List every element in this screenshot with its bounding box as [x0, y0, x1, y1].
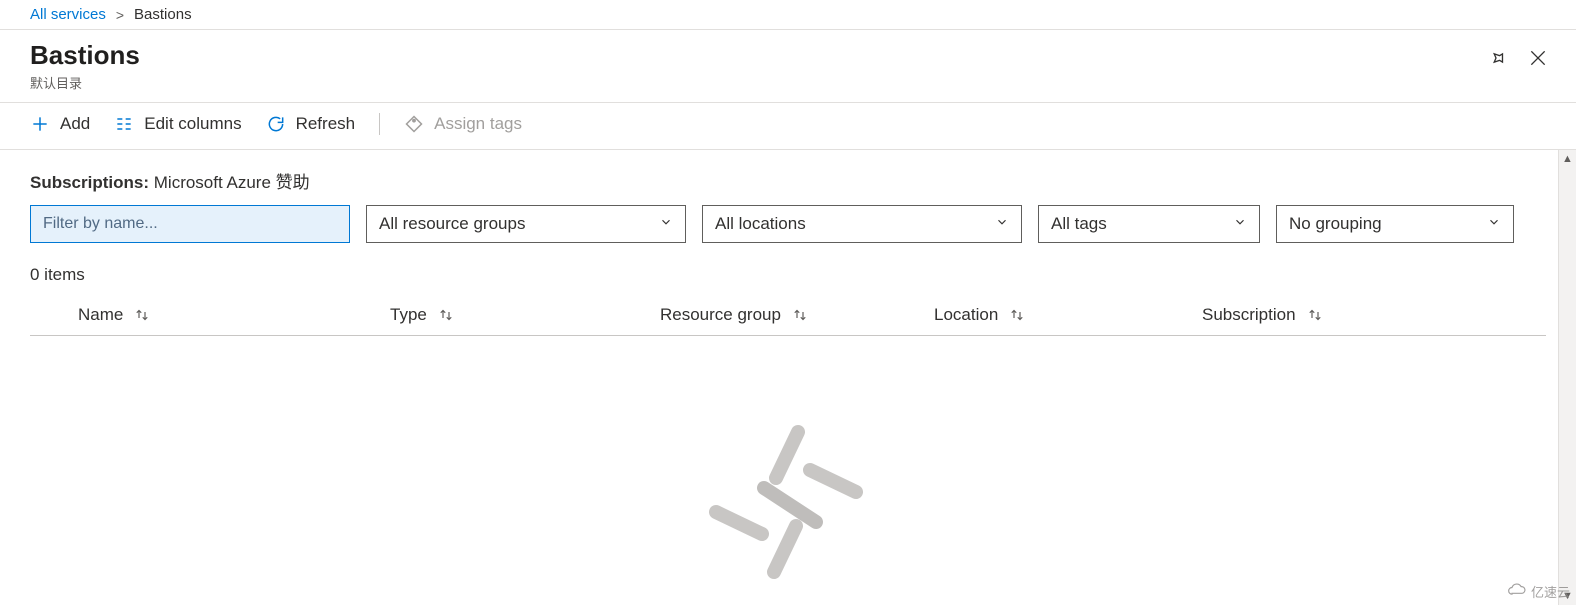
column-location-label: Location: [934, 305, 998, 325]
close-button[interactable]: [1524, 44, 1552, 72]
sort-icon: [1306, 306, 1324, 324]
refresh-button[interactable]: Refresh: [266, 114, 356, 134]
grouping-value: No grouping: [1289, 214, 1382, 234]
filters-row: All resource groups All locations All ta…: [30, 205, 1546, 243]
sort-icon: [791, 306, 809, 324]
column-resource-group-label: Resource group: [660, 305, 781, 325]
column-name[interactable]: Name: [78, 305, 390, 325]
breadcrumb: All services > Bastions: [0, 0, 1576, 30]
tag-icon: [404, 114, 424, 134]
empty-state-icon: [706, 422, 866, 582]
close-icon: [1528, 48, 1548, 68]
breadcrumb-current: Bastions: [134, 6, 192, 23]
subscriptions-row: Subscriptions: Microsoft Azure 赞助: [30, 168, 1546, 193]
toolbar-divider: [379, 113, 380, 135]
chevron-down-icon: [995, 214, 1009, 234]
tags-dropdown[interactable]: All tags: [1038, 205, 1260, 243]
plus-icon: [30, 114, 50, 134]
breadcrumb-separator-icon: >: [116, 7, 124, 23]
chevron-down-icon: [1233, 214, 1247, 234]
assign-tags-button: Assign tags: [404, 114, 522, 134]
subscriptions-value: Microsoft Azure 赞助: [154, 173, 310, 192]
assign-tags-label: Assign tags: [434, 114, 522, 134]
column-type[interactable]: Type: [390, 305, 660, 325]
resource-groups-dropdown[interactable]: All resource groups: [366, 205, 686, 243]
sort-icon: [1008, 306, 1026, 324]
locations-value: All locations: [715, 214, 806, 234]
sort-icon: [133, 306, 151, 324]
pin-icon: [1486, 48, 1506, 68]
column-subscription-label: Subscription: [1202, 305, 1296, 325]
column-resource-group[interactable]: Resource group: [660, 305, 934, 325]
watermark-text: 亿速云: [1531, 582, 1570, 601]
content-area: Subscriptions: Microsoft Azure 赞助 All re…: [0, 150, 1576, 605]
edit-columns-button[interactable]: Edit columns: [114, 114, 241, 134]
cloud-icon: [1507, 583, 1527, 600]
chevron-down-icon: [659, 214, 673, 234]
chevron-down-icon: [1487, 214, 1501, 234]
column-name-label: Name: [78, 305, 123, 325]
command-bar: Add Edit columns Refresh Assign tags: [0, 103, 1576, 150]
column-subscription[interactable]: Subscription: [1202, 305, 1422, 325]
pin-button[interactable]: [1482, 44, 1510, 72]
edit-columns-label: Edit columns: [144, 114, 241, 134]
subscriptions-label: Subscriptions:: [30, 173, 149, 192]
tags-value: All tags: [1051, 214, 1107, 234]
scroll-up-icon: ▲: [1559, 150, 1576, 168]
table-header: Name Type Resource group Location Subscr…: [30, 297, 1546, 336]
grouping-dropdown[interactable]: No grouping: [1276, 205, 1514, 243]
column-type-label: Type: [390, 305, 427, 325]
items-count: 0 items: [30, 265, 1546, 285]
filter-by-name-input[interactable]: [30, 205, 350, 243]
add-label: Add: [60, 114, 90, 134]
locations-dropdown[interactable]: All locations: [702, 205, 1022, 243]
page-subtitle: 默认目录: [30, 73, 140, 92]
add-button[interactable]: Add: [30, 114, 90, 134]
columns-icon: [114, 114, 134, 134]
page-header: Bastions 默认目录: [0, 30, 1576, 103]
column-location[interactable]: Location: [934, 305, 1202, 325]
refresh-label: Refresh: [296, 114, 356, 134]
breadcrumb-all-services[interactable]: All services: [30, 6, 106, 23]
sort-icon: [437, 306, 455, 324]
refresh-icon: [266, 114, 286, 134]
watermark: 亿速云: [1507, 582, 1570, 601]
resource-groups-value: All resource groups: [379, 214, 525, 234]
vertical-scrollbar[interactable]: ▲ ▼: [1558, 150, 1576, 605]
page-title: Bastions: [30, 40, 140, 71]
